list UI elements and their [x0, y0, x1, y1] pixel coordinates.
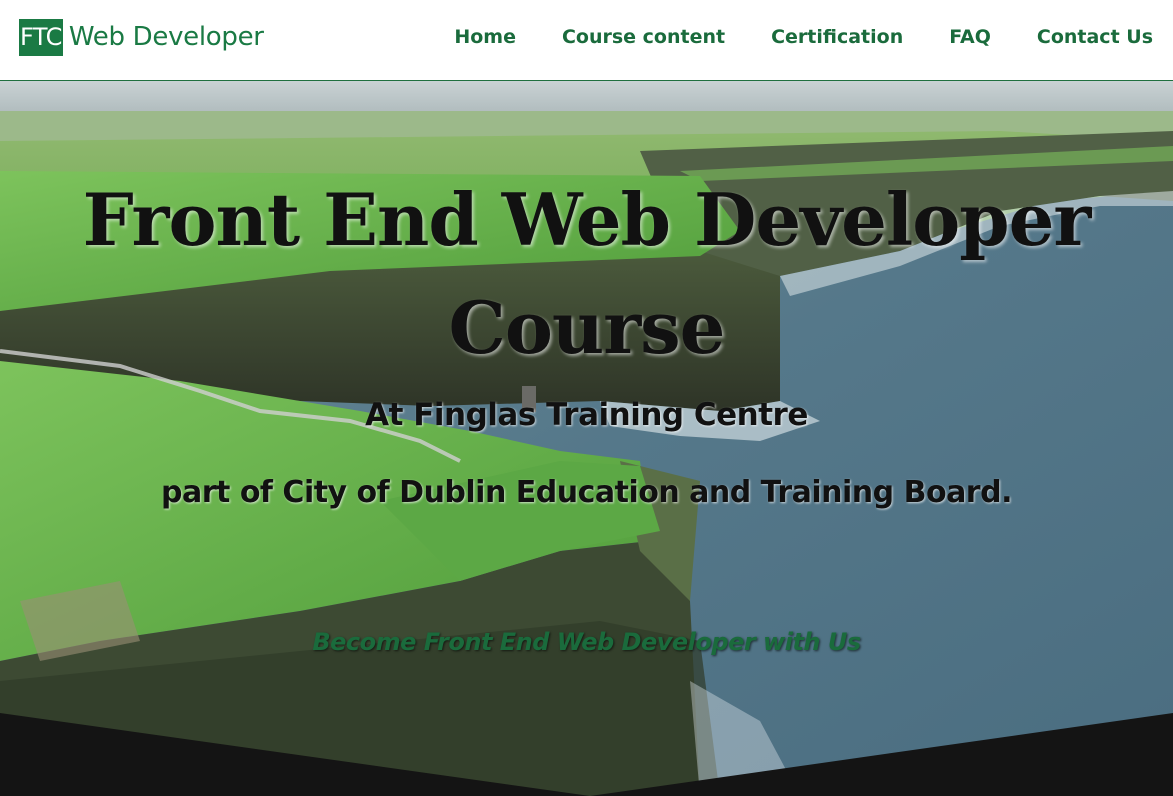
brand-title: Web Developer	[68, 22, 264, 52]
brand-logo-link[interactable]: FTC Web Developer	[19, 19, 264, 56]
hero-subtitle-board: part of City of Dublin Education and Tra…	[161, 475, 1012, 510]
hero-tagline: Become Front End Web Developer with Us	[312, 628, 861, 656]
nav-link-certification[interactable]: Certification	[725, 22, 903, 52]
hero-section: Front End Web Developer Course At Fingla…	[0, 81, 1173, 796]
nav-link-home[interactable]: Home	[408, 22, 516, 52]
brand-logo-box: FTC	[19, 19, 63, 56]
nav-link-course-content[interactable]: Course content	[516, 22, 725, 52]
top-navbar: FTC Web Developer Home Course content Ce…	[0, 0, 1173, 81]
hero-title: Front End Web Developer Course	[82, 177, 1092, 370]
hero-subtitle-location: At Finglas Training Centre	[365, 397, 808, 433]
nav-link-faq[interactable]: FAQ	[903, 22, 991, 52]
nav-link-contact-us[interactable]: Contact Us	[991, 22, 1153, 52]
main-nav: Home Course content Certification FAQ Co…	[408, 22, 1153, 52]
